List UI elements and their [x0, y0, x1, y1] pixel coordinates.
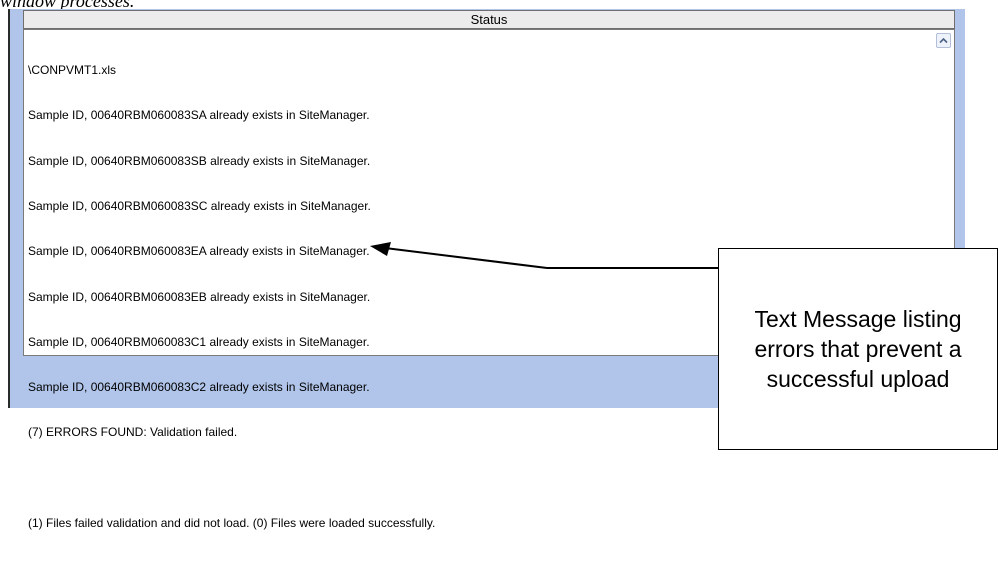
log-line: Sample ID, 00640RBM060083SA already exis… [28, 108, 370, 123]
log-line: Sample ID, 00640RBM060083SC already exis… [28, 199, 371, 214]
log-line: \CONPVMT1.xls [28, 63, 117, 78]
frame-left-border [8, 9, 10, 408]
chevron-up-icon [939, 37, 948, 44]
callout-box: Text Message listing errors that prevent… [718, 248, 998, 450]
status-panel-header: Status [23, 10, 955, 29]
callout-text: Text Message listing errors that prevent… [754, 306, 962, 392]
log-line: Sample ID, 00640RBM060083SB already exis… [28, 153, 371, 168]
scroll-up-button[interactable] [936, 33, 951, 48]
log-line: (1) Files failed validation and did not … [28, 516, 436, 530]
